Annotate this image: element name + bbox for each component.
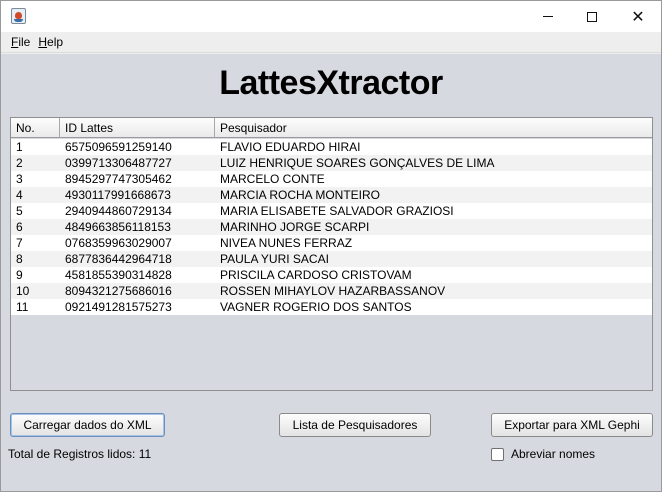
column-header-id-lattes[interactable]: ID Lattes (60, 118, 215, 138)
cell-id-lattes: 2940944860729134 (65, 204, 172, 218)
cell-id-lattes: 4581855390314828 (65, 268, 172, 282)
cell-number: 10 (16, 284, 30, 298)
table-row[interactable]: 9 4581855390314828 PRISCILA CARDOSO CRISTO… (11, 267, 652, 283)
table-header: No. ID Lattes Pesquisador (11, 118, 652, 138)
cell-pesquisador: VAGNER ROGERIO DOS SANTOS (220, 300, 412, 314)
cell-id-lattes: 6877836442964718 (65, 252, 172, 266)
main-panel: LattesXtractor No. ID Lattes Pesquisador… (1, 54, 661, 491)
cell-id-lattes: 4849663856118153 (65, 220, 171, 234)
cell-pesquisador: MARCELO CONTE (220, 172, 325, 186)
menu-help[interactable]: Help (34, 35, 67, 49)
table-row[interactable]: 7 0768359963029007 NIVEA NUNES FERRAZ (11, 235, 652, 251)
cell-number: 1 (16, 140, 23, 154)
cell-pesquisador: FLAVIO EDUARDO HIRAI (220, 140, 361, 154)
export-gephi-button[interactable]: Exportar para XML Gephi (491, 413, 653, 437)
cell-pesquisador: MARIA ELISABETE SALVADOR GRAZIOSI (220, 204, 454, 218)
table-row[interactable]: 2 0399713306487727 LUIZ HENRIQUE SOARES GO… (11, 155, 652, 171)
cell-pesquisador: LUIZ HENRIQUE SOARES GONÇALVES DE LIMA (220, 156, 495, 170)
menu-file[interactable]: File (7, 35, 34, 49)
cell-number: 2 (16, 156, 23, 170)
cell-number: 5 (16, 204, 23, 218)
records-count-status: Total de Registros lidos: 11 (8, 447, 152, 461)
column-header-pesquisador[interactable]: Pesquisador (215, 118, 652, 138)
title-bar: ✕ (1, 1, 661, 32)
maximize-icon (587, 11, 597, 22)
cell-id-lattes: 0921491281575273 (65, 300, 172, 314)
table-row[interactable]: 4 4930117991668673 MARCIA ROCHA MONTEIRO (11, 187, 652, 203)
cell-id-lattes: 4930117991668673 (65, 188, 171, 202)
abbreviate-names-label: Abreviar nomes (511, 447, 596, 461)
maximize-button[interactable] (569, 1, 615, 32)
cell-pesquisador: MARCIA ROCHA MONTEIRO (220, 188, 381, 202)
table-row[interactable]: 10 8094321275686016 ROSSEN MIHAYLOV HAZARB… (11, 283, 652, 299)
cell-number: 11 (16, 300, 29, 314)
cell-pesquisador: PAULA YURI SACAI (220, 252, 329, 266)
table-row[interactable]: 11 0921491281575273 VAGNER ROGERIO DOS SAN… (11, 299, 652, 315)
researchers-table[interactable]: No. ID Lattes Pesquisador 1 6575096591259… (10, 117, 653, 391)
cell-pesquisador: ROSSEN MIHAYLOV HAZARBASSANOV (220, 284, 446, 298)
abbreviate-names-checkbox[interactable] (491, 447, 504, 461)
table-body: 1 6575096591259140 FLAVIO EDUARDO HIRAI 2 03… (11, 139, 652, 315)
table-row[interactable]: 5 2940944860729134 MARIA ELISABETE SALVADO… (11, 203, 652, 219)
load-xml-button[interactable]: Carregar dados do XML (10, 413, 165, 437)
minimize-icon (543, 16, 553, 17)
cell-id-lattes: 8945297747305462 (65, 172, 172, 186)
app-title: LattesXtractor (219, 64, 443, 102)
cell-number: 7 (16, 236, 23, 250)
researchers-list-button[interactable]: Lista de Pesquisadores (279, 413, 431, 437)
menu-bar: File Help (1, 32, 661, 53)
abbreviate-names-option[interactable]: Abreviar nomes (491, 447, 595, 461)
cell-id-lattes: 0768359963029007 (65, 236, 172, 250)
table-row[interactable]: 6 4849663856118153 MARINHO JORGE SCARPI (11, 219, 652, 235)
close-button[interactable]: ✕ (615, 1, 661, 32)
table-row[interactable]: 1 6575096591259140 FLAVIO EDUARDO HIRAI (11, 139, 652, 155)
cell-number: 4 (16, 188, 23, 202)
app-window: ✕ File Help LattesXtractor No. ID Lattes… (0, 0, 662, 492)
cell-pesquisador: MARINHO JORGE SCARPI (220, 220, 370, 234)
java-app-icon[interactable] (11, 8, 26, 24)
column-header-number[interactable]: No. (11, 118, 60, 138)
cell-id-lattes: 8094321275686016 (65, 284, 172, 298)
cell-number: 9 (16, 268, 23, 282)
cell-pesquisador: PRISCILA CARDOSO CRISTOVAM (220, 268, 412, 282)
table-row[interactable]: 3 8945297747305462 MARCELO CONTE (11, 171, 652, 187)
cell-number: 3 (16, 172, 23, 186)
cell-number: 8 (16, 252, 23, 266)
minimize-button[interactable] (525, 1, 571, 32)
cell-number: 6 (16, 220, 23, 234)
cell-id-lattes: 6575096591259140 (65, 140, 172, 154)
cell-pesquisador: NIVEA NUNES FERRAZ (220, 236, 353, 250)
cell-id-lattes: 0399713306487727 (65, 156, 172, 170)
table-row[interactable]: 8 6877836442964718 PAULA YURI SACAI (11, 251, 652, 267)
close-icon: ✕ (631, 6, 645, 26)
